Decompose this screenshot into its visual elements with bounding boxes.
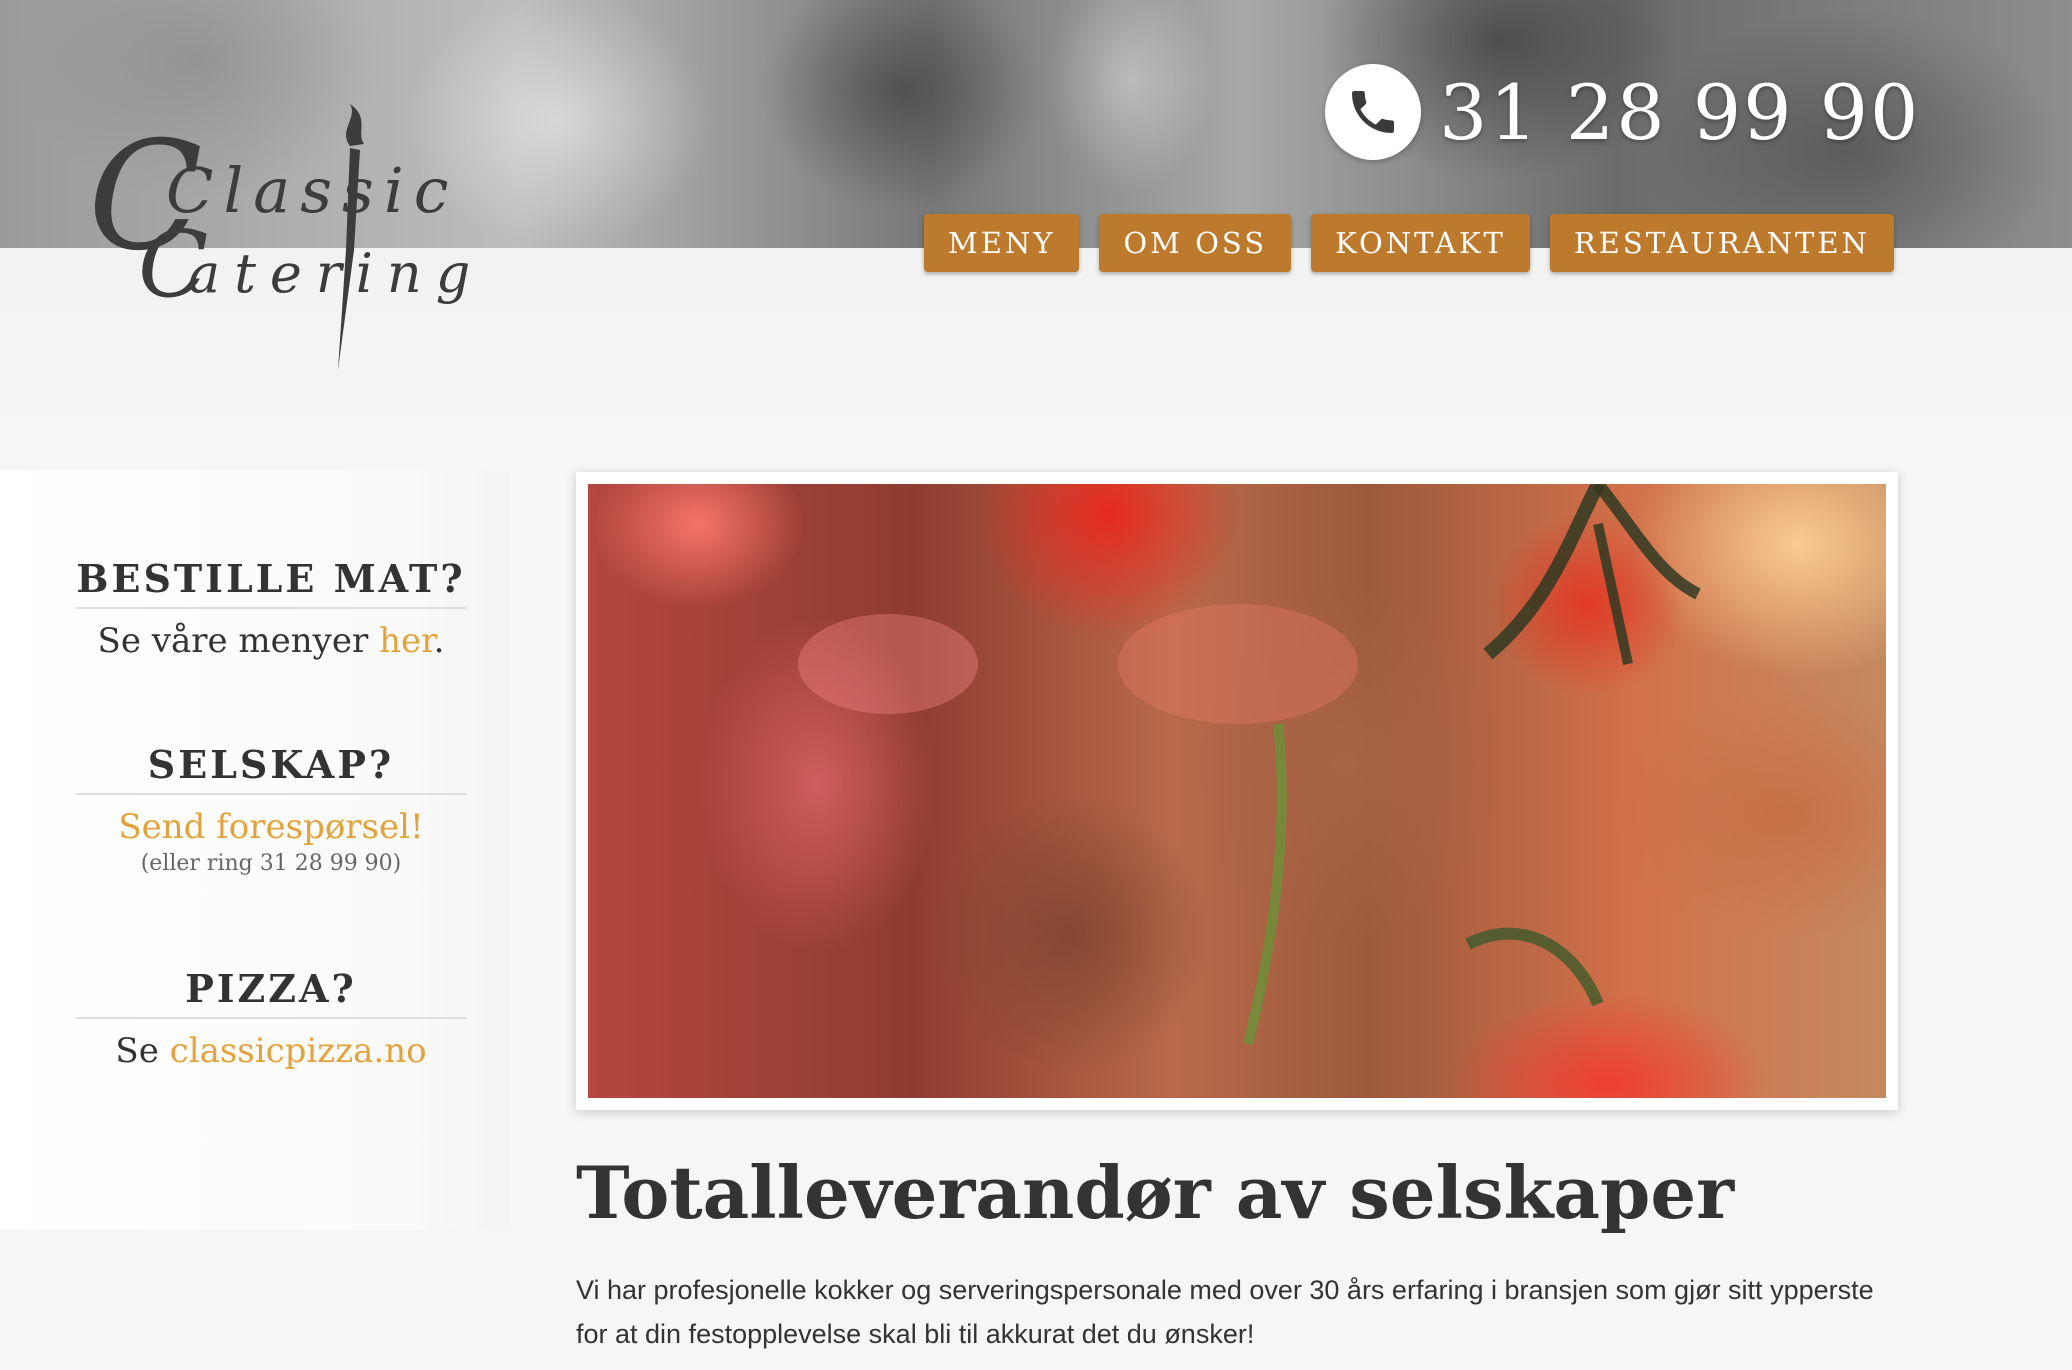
logo-word-classic: Classic — [166, 154, 458, 227]
page-heading: Totalleverandør av selskaper — [576, 1150, 1735, 1235]
sidebar-party-title: SELSKAP? — [76, 742, 466, 795]
classicpizza-link[interactable]: classicpizza.no — [170, 1031, 427, 1071]
pizza-text-before: Se — [115, 1031, 170, 1071]
classic-catering-logo[interactable]: C Classic C atering — [88, 100, 470, 380]
sidebar-order-block: BESTILLE MAT? Se våre menyer her. — [76, 556, 466, 661]
sidebar-pizza-block: PIZZA? Se classicpizza.no — [76, 966, 466, 1071]
party-call-note: (eller ring 31 28 99 90) — [140, 851, 402, 876]
intro-paragraph: Vi har profesjonelle kokker og servering… — [576, 1275, 1874, 1349]
logo-graphic: C Classic C atering — [88, 104, 470, 370]
main-navigation: MENY OM OSS KONTAKT RESTAURANTEN — [924, 214, 1894, 272]
sidebar-pizza-text: Se classicpizza.no — [76, 1031, 466, 1071]
hero-image-frame — [576, 472, 1898, 1110]
phone-contact[interactable]: 31 28 99 90 — [1325, 62, 1920, 162]
sidebar-order-title: BESTILLE MAT? — [76, 556, 466, 609]
order-text-after: . — [433, 621, 445, 661]
hero-image-details — [798, 484, 1701, 1046]
nav-om-oss[interactable]: OM OSS — [1099, 214, 1292, 272]
svg-text:atering: atering — [188, 242, 468, 305]
order-menus-link[interactable]: her — [379, 621, 434, 661]
nav-restauranten[interactable]: RESTAURANTEN — [1549, 214, 1894, 272]
hero-food-image — [588, 484, 1886, 1098]
nav-meny[interactable]: MENY — [924, 214, 1080, 272]
sidebar-party-text: Send forespørsel! — [76, 807, 466, 847]
order-text-before: Se våre menyer — [97, 621, 380, 661]
phone-icon — [1325, 64, 1421, 160]
sidebar-party-block: SELSKAP? Send forespørsel! (eller ring 3… — [76, 742, 466, 876]
sidebar-order-text: Se våre menyer her. — [76, 621, 466, 661]
send-request-link[interactable]: Send forespørsel! — [118, 807, 423, 847]
sidebar: BESTILLE MAT? Se våre menyer her. SELSKA… — [0, 470, 510, 1230]
nav-kontakt[interactable]: KONTAKT — [1311, 214, 1530, 272]
phone-number[interactable]: 31 28 99 90 — [1439, 68, 1920, 157]
sidebar-pizza-title: PIZZA? — [76, 966, 466, 1019]
